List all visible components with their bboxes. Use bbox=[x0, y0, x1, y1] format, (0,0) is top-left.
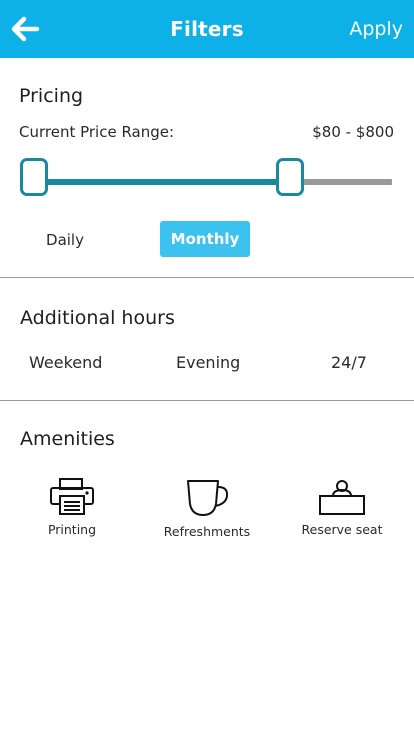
price-range-label: Current Price Range: bbox=[19, 123, 175, 141]
section-divider bbox=[0, 400, 414, 401]
additional-hours-section-title: Additional hours bbox=[20, 307, 175, 329]
amenities-section-title: Amenities bbox=[20, 428, 115, 450]
slider-max-handle[interactable] bbox=[276, 158, 304, 196]
slider-selected-range bbox=[34, 179, 290, 185]
cup-icon bbox=[187, 480, 229, 516]
amenity-reserve-seat[interactable]: Reserve seat bbox=[287, 476, 397, 537]
daily-option-button[interactable]: Daily bbox=[30, 222, 100, 258]
top-app-bar: Filters Apply bbox=[0, 0, 414, 58]
evening-option[interactable]: Evening bbox=[176, 353, 240, 372]
weekend-option[interactable]: Weekend bbox=[29, 353, 102, 372]
slider-min-handle[interactable] bbox=[20, 158, 48, 196]
printer-icon bbox=[50, 478, 94, 515]
pricing-section-title: Pricing bbox=[19, 85, 84, 107]
amenity-printing[interactable]: Printing bbox=[17, 476, 127, 537]
reserve-seat-icon bbox=[319, 480, 365, 515]
amenity-label: Refreshments bbox=[163, 524, 251, 539]
price-range-slider[interactable] bbox=[20, 158, 394, 202]
amenity-label: Printing bbox=[47, 522, 97, 537]
amenity-label: Reserve seat bbox=[301, 522, 383, 537]
monthly-option-button[interactable]: Monthly bbox=[160, 221, 250, 257]
24-7-option[interactable]: 24/7 bbox=[331, 353, 367, 372]
price-range-value: $80 - $800 bbox=[312, 123, 394, 141]
amenity-refreshments[interactable]: Refreshments bbox=[152, 476, 262, 539]
section-divider bbox=[0, 277, 414, 278]
apply-button[interactable]: Apply bbox=[349, 18, 403, 40]
